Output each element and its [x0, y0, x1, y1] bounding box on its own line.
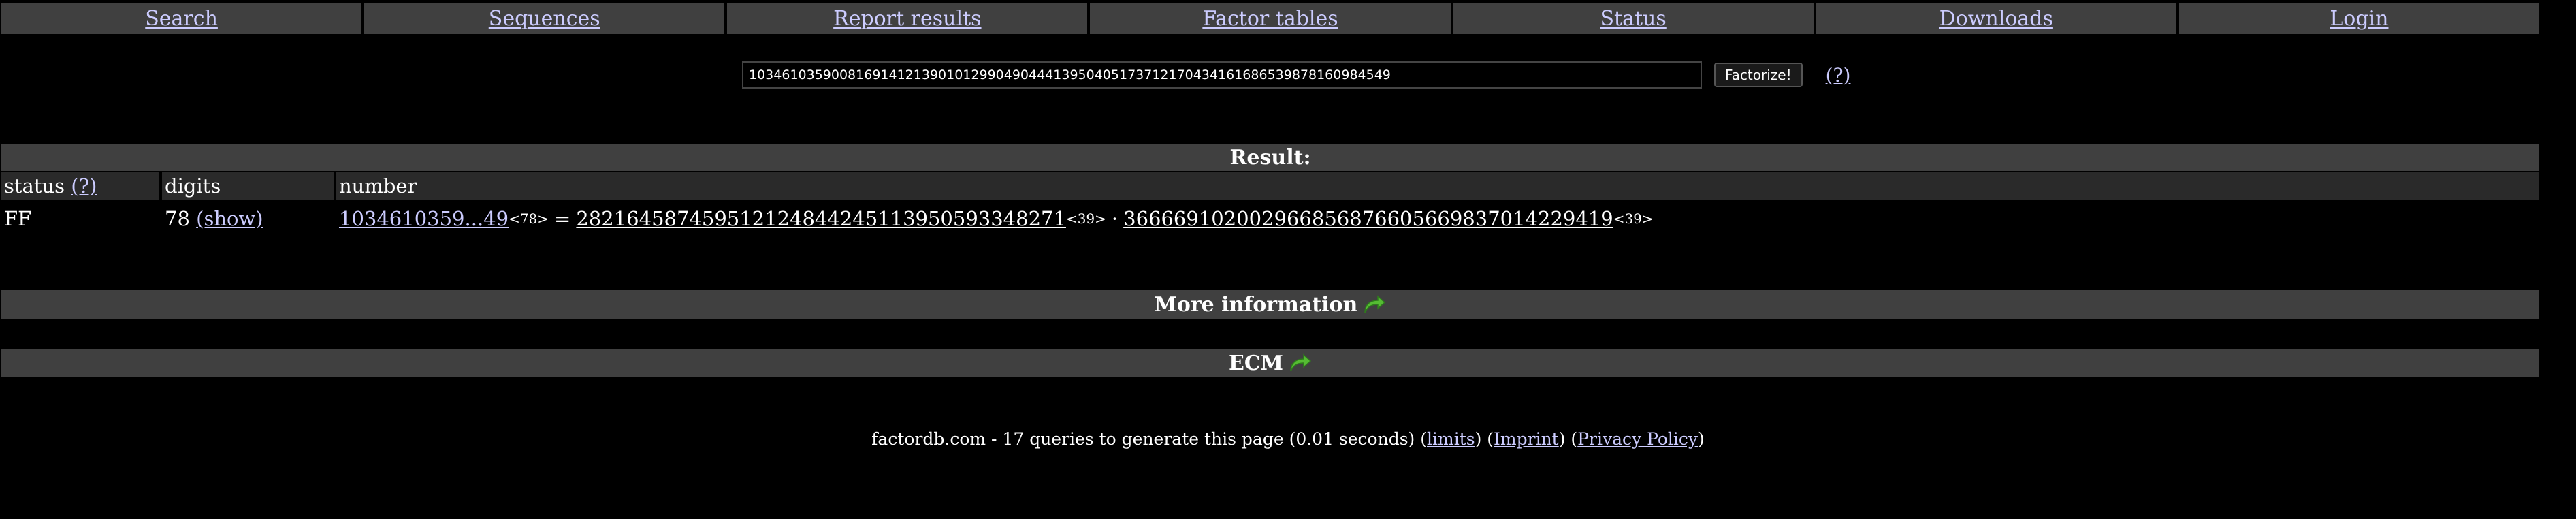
nav-link-search[interactable]: Search [145, 7, 218, 31]
more-information-label: More information [1154, 292, 1358, 317]
status-help-link[interactable]: (?) [71, 174, 97, 198]
table-row: FF 78 (show) 1034610359...49 <78> = 28216… [1, 202, 2539, 235]
privacy-policy-link[interactable]: Privacy Policy [1577, 429, 1698, 449]
nav-item-login: Login [2178, 3, 2539, 34]
ecm-label: ECM [1229, 351, 1283, 375]
result-column-headers: status (?) digits number [1, 172, 2539, 200]
nav-link-report-results[interactable]: Report results [833, 7, 981, 31]
column-header-digits: digits [162, 172, 334, 200]
expand-arrow-icon[interactable] [1289, 353, 1312, 373]
footer-text: factordb.com - 17 queries to generate th… [871, 429, 1415, 449]
number-cell: 1034610359...49 <78> = 282164587459512124… [336, 202, 2539, 235]
nav-link-downloads[interactable]: Downloads [1939, 7, 2053, 31]
nav-link-sequences[interactable]: Sequences [489, 7, 600, 31]
column-header-number: number [336, 172, 2539, 200]
number-size: <78> [509, 210, 549, 227]
factor-1-link[interactable]: 282164587459512124844245113950593348271 [576, 207, 1066, 230]
nav-item-factor-tables: Factor tables [1090, 3, 1451, 34]
more-information-bar[interactable]: More information [1, 290, 2539, 319]
limits-link[interactable]: limits [1427, 429, 1475, 449]
column-header-status: status (?) [1, 172, 159, 200]
nav-item-report-results: Report results [727, 3, 1088, 34]
result-header: Result: [1, 144, 2539, 171]
status-cell: FF [4, 207, 32, 230]
number-input[interactable] [742, 61, 1702, 89]
column-header-status-label: status [4, 174, 65, 198]
digits-cell: 78 (show) [162, 202, 334, 235]
footer: factordb.com - 17 queries to generate th… [871, 429, 1705, 449]
nav-link-login[interactable]: Login [2330, 7, 2388, 31]
nav-item-search: Search [1, 3, 362, 34]
nav-item-downloads: Downloads [1816, 3, 2176, 34]
factorize-button[interactable]: Factorize! [1714, 63, 1803, 87]
top-nav: Search Sequences Report results Factor t… [1, 3, 2539, 34]
digits-value: 78 [165, 207, 190, 230]
factor-1-size: <39> [1065, 210, 1106, 227]
number-link[interactable]: 1034610359...49 [339, 207, 509, 230]
search-form: Factorize! (?) [742, 60, 1850, 90]
search-help: (?) [1826, 64, 1851, 86]
factor-2-link[interactable]: 366669102002966856876605669837014229419 [1123, 207, 1613, 230]
ecm-bar[interactable]: ECM [1, 349, 2539, 377]
nav-item-sequences: Sequences [364, 3, 725, 34]
factor-2-size: <39> [1613, 210, 1654, 227]
expand-arrow-icon[interactable] [1363, 294, 1386, 315]
nav-link-factor-tables[interactable]: Factor tables [1202, 7, 1338, 31]
imprint-link[interactable]: Imprint [1494, 429, 1559, 449]
nav-item-status: Status [1453, 3, 1814, 34]
show-digits-link[interactable]: (show) [196, 207, 263, 230]
search-help-link[interactable]: (?) [1826, 64, 1851, 86]
times-sign: · [1111, 207, 1118, 230]
nav-link-status[interactable]: Status [1600, 7, 1667, 31]
equals-sign: = [554, 207, 571, 230]
